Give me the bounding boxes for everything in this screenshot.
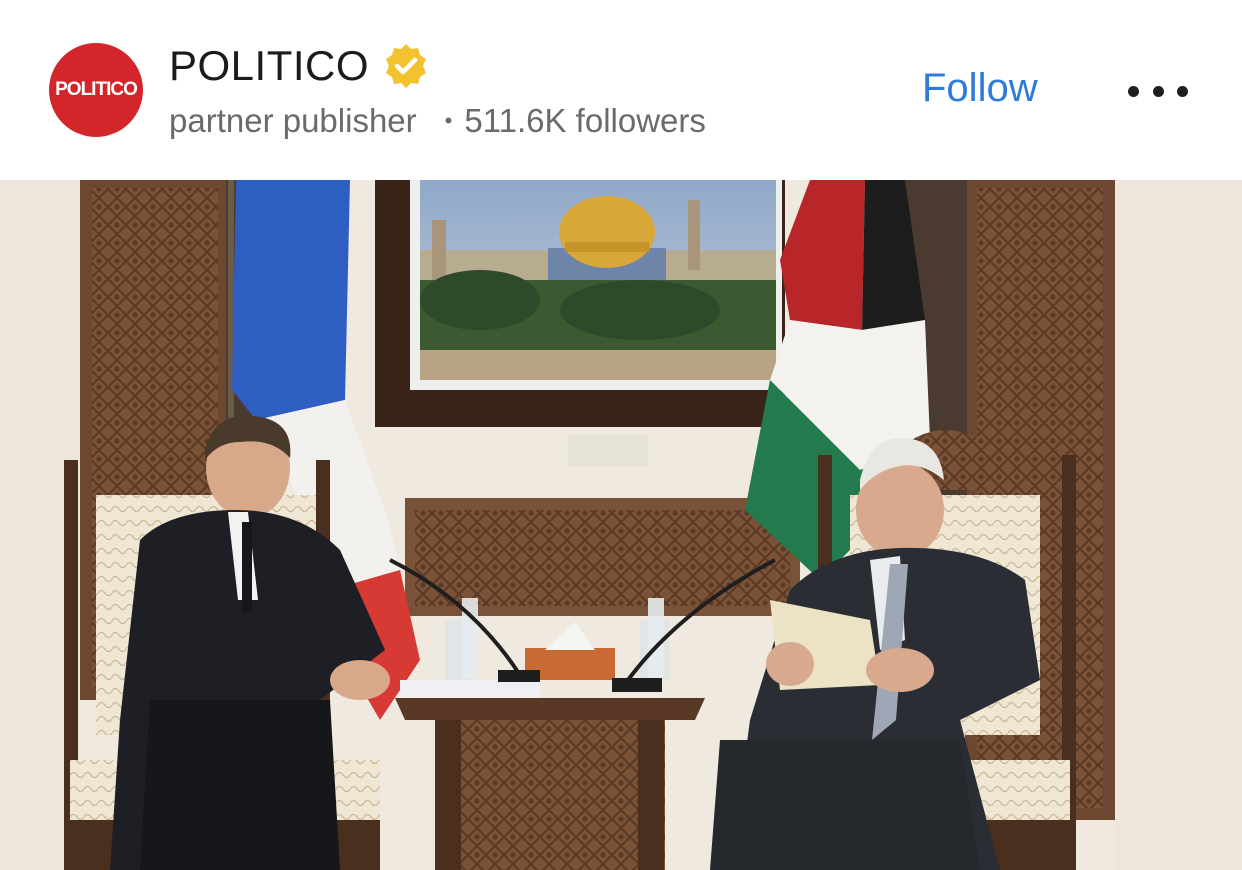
more-dot bbox=[1128, 85, 1139, 97]
publisher-subtitle: partner publisher bbox=[169, 102, 417, 139]
publisher-meta: partner publisher • 511.6K followers bbox=[169, 100, 706, 142]
separator-dot: • bbox=[444, 108, 453, 133]
post-header: POLITICO POLITICO partner publisher • 51… bbox=[0, 0, 1242, 180]
publisher-name[interactable]: POLITICO bbox=[169, 42, 369, 90]
publisher-name-row: POLITICO bbox=[169, 40, 431, 92]
publisher-avatar[interactable]: POLITICO bbox=[49, 43, 143, 137]
verified-badge-icon bbox=[386, 44, 427, 88]
more-dot bbox=[1177, 85, 1188, 97]
more-options-icon[interactable] bbox=[1128, 76, 1188, 106]
post-image[interactable] bbox=[0, 180, 1242, 870]
meeting-photo bbox=[0, 180, 1242, 870]
avatar-logo-text: POLITICO bbox=[55, 79, 138, 100]
more-dot bbox=[1152, 85, 1164, 97]
follow-button[interactable]: Follow bbox=[922, 66, 1038, 111]
followers-count: 511.6K followers bbox=[464, 102, 706, 139]
